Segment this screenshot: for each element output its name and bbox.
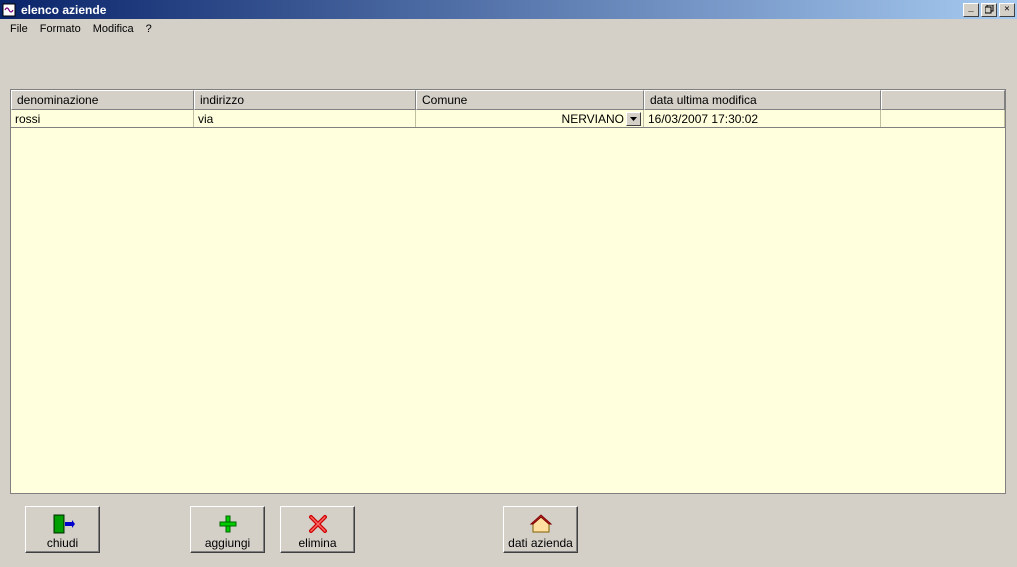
grid-body: rossi via NERVIANO 16/03/2007 17:30:02 — [11, 110, 1005, 493]
chiudi-label: chiudi — [47, 537, 78, 549]
menu-formato[interactable]: Formato — [34, 21, 87, 37]
chiudi-button[interactable]: chiudi — [25, 506, 100, 553]
column-header-denominazione[interactable]: denominazione — [11, 90, 194, 110]
titlebar: elenco aziende _ ✕ — [0, 0, 1017, 19]
column-header-comune[interactable]: Comune — [416, 90, 644, 110]
dati-azienda-label: dati azienda — [508, 537, 573, 549]
aggiungi-button[interactable]: aggiungi — [190, 506, 265, 553]
cell-denominazione[interactable]: rossi — [11, 110, 194, 127]
house-icon — [529, 513, 553, 535]
column-header-indirizzo[interactable]: indirizzo — [194, 90, 416, 110]
close-button[interactable]: ✕ — [999, 3, 1015, 17]
button-bar: chiudi aggiungi elimina — [0, 506, 1017, 558]
restore-button[interactable] — [981, 3, 997, 17]
exit-door-icon — [51, 513, 75, 535]
column-header-blank — [881, 90, 1005, 110]
dati-azienda-button[interactable]: dati azienda — [503, 506, 578, 553]
window-controls: _ ✕ — [961, 3, 1015, 17]
chevron-down-icon[interactable] — [626, 112, 641, 126]
menu-modifica[interactable]: Modifica — [87, 21, 140, 37]
cell-comune[interactable]: NERVIANO — [416, 110, 644, 127]
cell-blank — [881, 110, 1005, 127]
minimize-button[interactable]: _ — [963, 3, 979, 17]
elimina-button[interactable]: elimina — [280, 506, 355, 553]
table-row[interactable]: rossi via NERVIANO 16/03/2007 17:30:02 — [11, 110, 1005, 128]
plus-icon — [216, 513, 240, 535]
data-grid[interactable]: denominazione indirizzo Comune data ulti… — [10, 89, 1006, 494]
menubar: File Formato Modifica ? — [0, 19, 1017, 39]
cell-data-ultima-modifica[interactable]: 16/03/2007 17:30:02 — [644, 110, 881, 127]
client-area: denominazione indirizzo Comune data ulti… — [0, 39, 1017, 567]
column-header-data-ultima-modifica[interactable]: data ultima modifica — [644, 90, 881, 110]
elimina-label: elimina — [298, 537, 336, 549]
aggiungi-label: aggiungi — [205, 537, 250, 549]
window-title: elenco aziende — [19, 3, 961, 17]
grid-header: denominazione indirizzo Comune data ulti… — [11, 90, 1005, 110]
cell-indirizzo[interactable]: via — [194, 110, 416, 127]
menu-help[interactable]: ? — [140, 21, 158, 37]
comune-value: NERVIANO — [420, 112, 626, 126]
app-icon — [2, 3, 16, 17]
delete-x-icon — [306, 513, 330, 535]
menu-file[interactable]: File — [4, 21, 34, 37]
